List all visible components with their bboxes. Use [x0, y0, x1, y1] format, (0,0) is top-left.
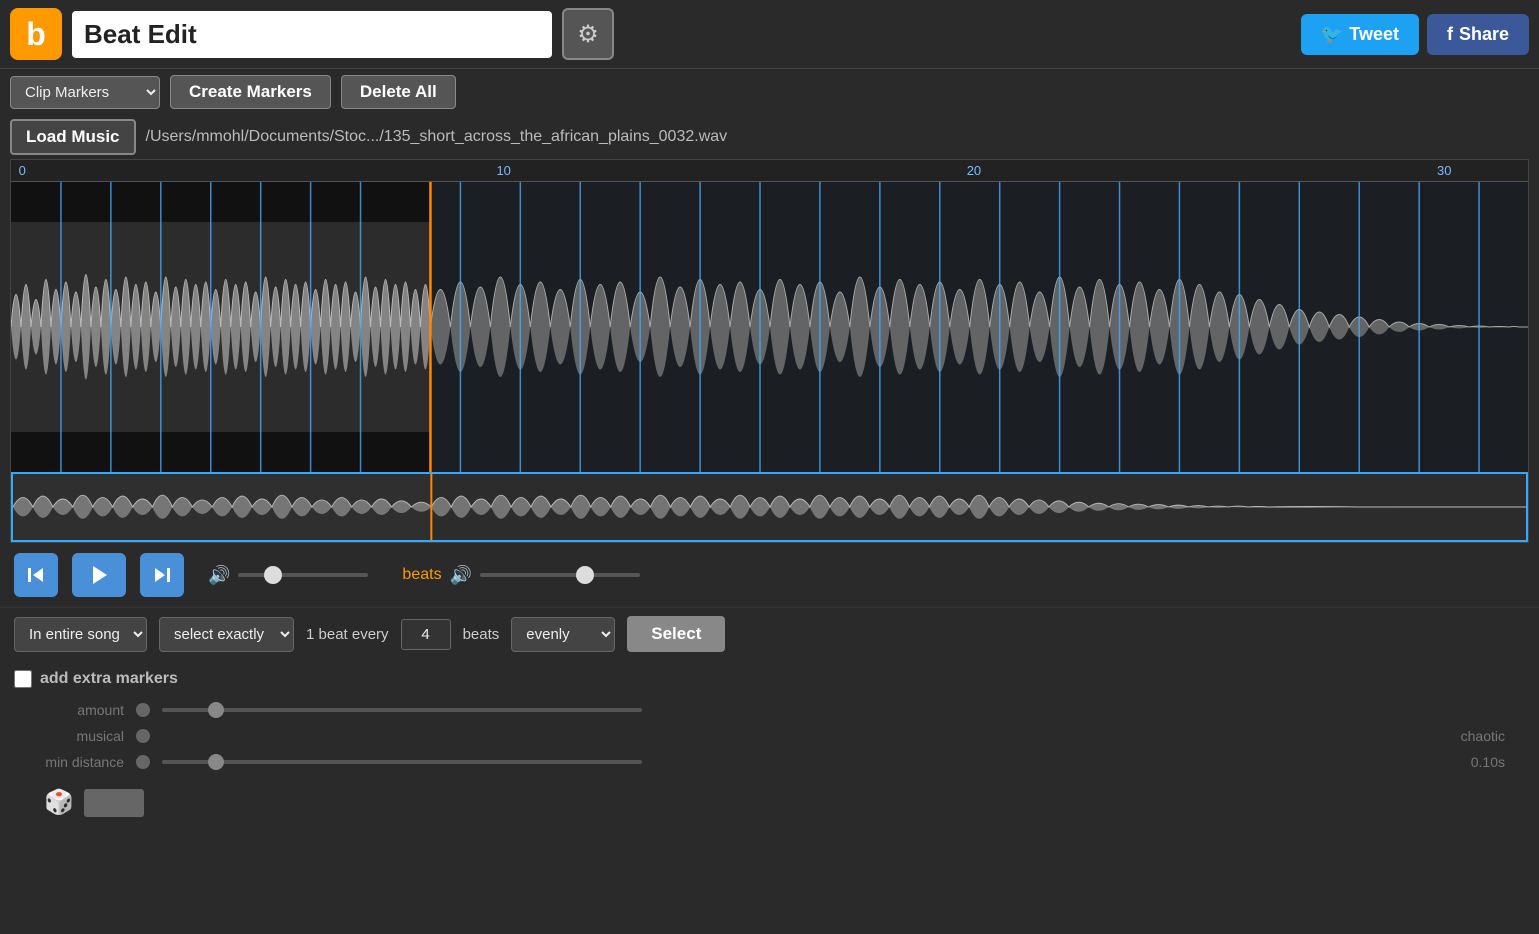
min-distance-row: min distance 0.10s — [14, 754, 1525, 770]
ruler-label-20: 20 — [967, 163, 981, 178]
playback-controls: 🔊 beats 🔊 — [0, 543, 1539, 607]
timeline-ruler: 0 10 20 30 — [11, 160, 1528, 182]
skip-forward-button[interactable] — [140, 553, 184, 597]
add-extra-markers-row: add extra markers — [14, 670, 1525, 688]
add-extra-markers-label: add extra markers — [40, 670, 178, 688]
ruler-label-30: 30 — [1437, 163, 1451, 178]
musical-row: musical chaotic — [14, 728, 1525, 744]
volume-slider-track[interactable] — [238, 573, 368, 577]
amount-dot — [136, 703, 150, 717]
beats-volume-slider-track[interactable] — [480, 573, 640, 577]
file-path: /Users/mmohl/Documents/Stoc.../135_short… — [146, 128, 728, 146]
min-distance-dot — [136, 755, 150, 769]
select-button[interactable]: Select — [627, 616, 725, 652]
skip-back-icon — [26, 565, 46, 585]
ruler-label-10: 10 — [496, 163, 510, 178]
selection-controls: In entire song In selection In loop sele… — [0, 607, 1539, 660]
twitter-icon: 🐦 — [1321, 24, 1343, 45]
facebook-icon: f — [1447, 24, 1453, 45]
volume-area: 🔊 — [208, 565, 368, 586]
ruler-label-0: 0 — [19, 163, 26, 178]
amount-row: amount — [14, 702, 1525, 718]
gray-rect — [84, 789, 144, 817]
waveform-main[interactable]: // This won't execute in SVG, we'll do i… — [11, 182, 1528, 472]
delete-all-button[interactable]: Delete All — [341, 75, 456, 109]
amount-label: amount — [34, 702, 124, 718]
mini-waveform-svg — [13, 474, 1526, 540]
skip-back-button[interactable] — [14, 553, 58, 597]
amount-slider[interactable] — [162, 708, 642, 712]
beats-volume-icon: 🔊 — [450, 565, 472, 586]
settings-button[interactable]: ⚙ — [562, 8, 614, 60]
beat-every-label: 1 beat every — [306, 626, 389, 643]
musical-label: musical — [34, 728, 124, 744]
musical-dot — [136, 729, 150, 743]
add-extra-markers-checkbox[interactable] — [14, 670, 32, 688]
load-music-button[interactable]: Load Music — [10, 119, 136, 155]
dice-icon[interactable]: 🎲 — [44, 788, 74, 817]
scope-select[interactable]: In entire song In selection In loop — [14, 617, 147, 652]
beats-volume-slider-thumb[interactable] — [576, 566, 594, 584]
play-icon — [88, 564, 110, 586]
waveform-container: 0 10 20 30 // This won't execute in SVG,… — [10, 159, 1529, 543]
spacing-select[interactable]: evenly randomly — [511, 617, 615, 652]
extra-markers-section: add extra markers amount musical chaotic… — [0, 660, 1539, 835]
share-button[interactable]: f Share — [1427, 14, 1529, 55]
skip-forward-icon — [152, 565, 172, 585]
file-row: Load Music /Users/mmohl/Documents/Stoc..… — [0, 115, 1539, 159]
volume-slider-thumb[interactable] — [264, 566, 282, 584]
create-markers-button[interactable]: Create Markers — [170, 75, 331, 109]
play-button[interactable] — [72, 553, 126, 597]
toolbar: Clip Markers Create Markers Delete All — [0, 69, 1539, 115]
beat-value-input[interactable] — [401, 619, 451, 650]
social-buttons: 🐦 Tweet f Share — [1301, 14, 1529, 55]
min-distance-label: min distance — [34, 754, 124, 770]
chaotic-label: chaotic — [1461, 728, 1525, 744]
waveform-mini[interactable] — [11, 472, 1528, 542]
method-select[interactable]: select exactly select at most select at … — [159, 617, 294, 652]
min-distance-slider[interactable] — [162, 760, 642, 764]
clip-markers-select[interactable]: Clip Markers — [10, 76, 160, 109]
beats-volume-area: beats 🔊 — [382, 565, 640, 586]
bottom-icons: 🎲 — [14, 780, 1525, 825]
beats-unit-label: beats — [463, 626, 500, 643]
min-distance-value: 0.10s — [1471, 754, 1525, 770]
beats-label: beats — [402, 566, 441, 584]
waveform-svg: // This won't execute in SVG, we'll do i… — [11, 182, 1528, 472]
volume-icon: 🔊 — [208, 565, 230, 586]
header: b ⚙ 🐦 Tweet f Share — [0, 0, 1539, 69]
app-title-input[interactable] — [72, 11, 552, 58]
app-logo: b — [10, 8, 62, 60]
tweet-button[interactable]: 🐦 Tweet — [1301, 14, 1419, 55]
